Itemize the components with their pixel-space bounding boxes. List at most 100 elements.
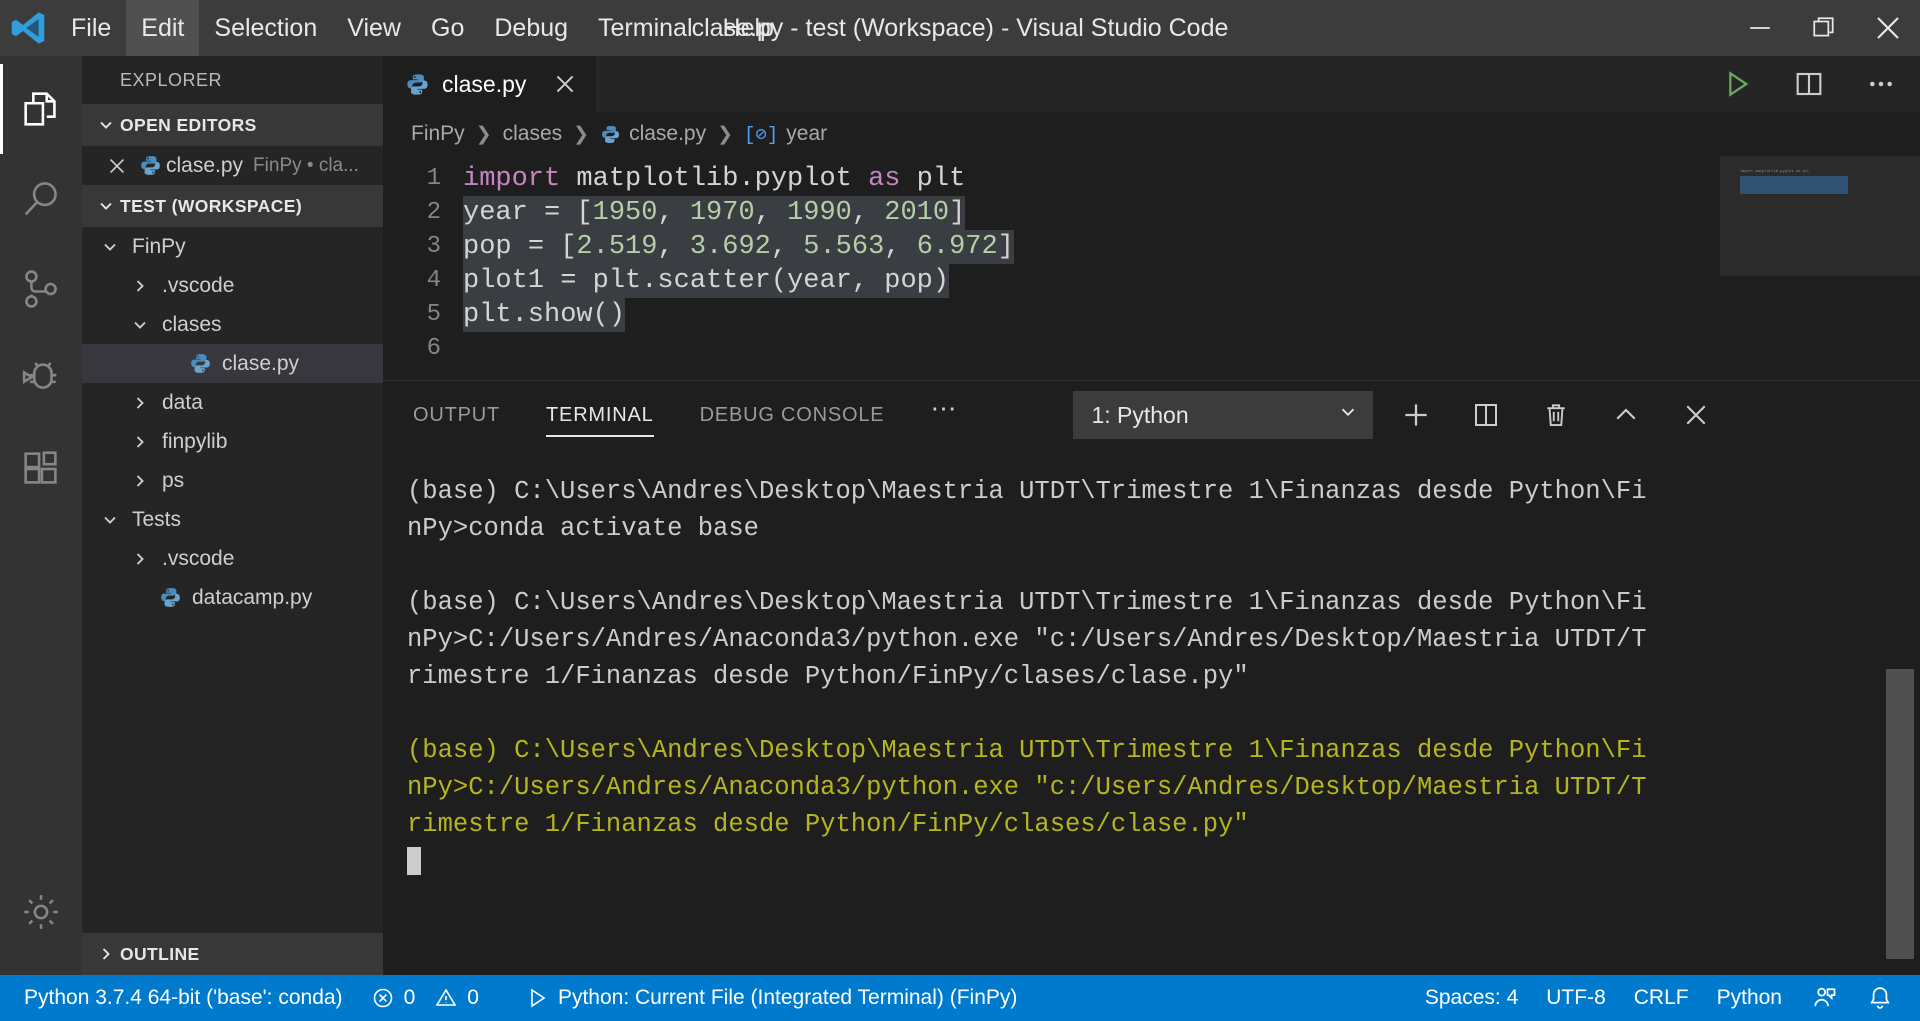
terminal-scrollbar[interactable] [1886,669,1914,959]
terminal-line: rimestre 1/Finanzas desde Python/FinPy/c… [407,810,1249,839]
chevron-right-icon [126,471,154,491]
menu-edit[interactable]: Edit [126,0,200,56]
bell-icon[interactable] [1852,975,1920,1021]
search-icon[interactable] [0,154,82,244]
terminal-cursor-line [407,843,1920,880]
terminal-selector-dropdown[interactable]: 1: Python [1073,391,1374,439]
status-encoding[interactable]: UTF-8 [1532,975,1620,1021]
menu-go[interactable]: Go [416,0,479,56]
minimize-button[interactable] [1728,0,1792,56]
open-editor-item[interactable]: clase.py FinPy • cla... [82,146,383,185]
terminal-line: (base) C:\Users\Andres\Desktop\Maestria … [407,588,1647,617]
code-line-text: plot1 = plt.scatter(year, pop) [463,264,950,298]
source-control-icon[interactable] [0,244,82,334]
section-outline[interactable]: OUTLINE [82,933,383,975]
chevron-right-icon [126,549,154,569]
tree-item-tests[interactable]: Tests [82,500,383,539]
status-problems[interactable]: 0 0 [357,975,493,1021]
status-language-mode[interactable]: Python [1703,975,1796,1021]
menu-file[interactable]: File [56,0,126,56]
tree-item--vscode[interactable]: .vscode [82,539,383,578]
kill-terminal-icon[interactable] [1539,398,1573,432]
section-workspace[interactable]: TEST (WORKSPACE) [82,185,383,227]
sidebar-title: EXPLORER [120,69,223,90]
tab-clase-py[interactable]: clase.py [383,56,598,112]
line-number: 2 [426,199,441,226]
play-icon [525,986,549,1010]
chevron-right-icon [126,276,154,296]
terminal-line: nPy>C:/Users/Andres/Anaconda3/python.exe… [407,773,1647,802]
code-line: 6 [383,332,1920,366]
chevron-down-icon [92,115,120,135]
explorer-icon[interactable] [0,64,82,154]
status-eol[interactable]: CRLF [1620,975,1703,1021]
tree-item-finpylib[interactable]: finpylib [82,422,383,461]
minimap-slider[interactable] [1720,156,1920,276]
tree-item-ps[interactable]: ps [82,461,383,500]
breadcrumb-symbol-label: year [786,122,828,145]
run-python-file-icon[interactable] [1720,67,1754,101]
tree-item-label: FinPy [132,234,186,258]
gear-icon[interactable] [0,867,82,957]
split-terminal-icon[interactable] [1469,398,1503,432]
menu-view[interactable]: View [332,0,416,56]
breadcrumb-finpy[interactable]: FinPy [411,122,465,146]
menu-debug[interactable]: Debug [479,0,583,56]
bottom-panel: OUTPUT TERMINAL DEBUG CONSOLE ⋯ 1: Pytho… [383,380,1920,975]
breadcrumb-symbol-year[interactable]: [⊘] year [744,122,827,146]
tree-item-data[interactable]: data [82,383,383,422]
panel-more-icon[interactable]: ⋯ [930,395,959,427]
maximize-panel-icon[interactable] [1609,398,1643,432]
extensions-icon[interactable] [0,424,82,514]
terminal-output[interactable]: (base) C:\Users\Andres\Desktop\Maestria … [383,449,1920,975]
breadcrumb-clase-py[interactable]: clase.py [600,122,706,146]
code-line: 5 plt.show() [383,298,1920,332]
status-python-interpreter[interactable]: Python 3.7.4 64-bit ('base': conda) [0,975,357,1021]
breadcrumb-clases[interactable]: clases [503,122,563,146]
status-run-configuration[interactable]: Python: Current File (Integrated Termina… [511,975,1031,1021]
tree-item-label: Tests [132,507,182,531]
maximize-restore-button[interactable] [1792,0,1856,56]
tree-item-label: finpylib [162,429,228,453]
python-icon [156,586,184,609]
tree-item-clases[interactable]: clases [82,305,383,344]
file-tree: FinPy .vscode clases clase.py data finpylib ps… [82,227,383,617]
tab-debug-console[interactable]: DEBUG CONSOLE [700,381,885,449]
window-controls [1728,0,1920,56]
tab-terminal[interactable]: TERMINAL [546,381,654,449]
code-line: 3 pop = [2.519, 3.692, 5.563, 6.972] [383,230,1920,264]
tree-item-label: .vscode [162,273,235,297]
tree-item-label: clases [162,312,222,336]
code-line: 1 import matplotlib.pyplot as plt [383,162,1920,196]
close-icon[interactable] [100,155,134,177]
tree-item--vscode[interactable]: .vscode [82,266,383,305]
tree-item-clase-py[interactable]: clase.py [82,344,383,383]
smiley-feedback-icon[interactable] [1796,975,1852,1021]
section-open-editors[interactable]: OPEN EDITORS [82,104,383,146]
close-icon[interactable] [552,71,578,97]
split-editor-icon[interactable] [1792,67,1826,101]
more-actions-icon[interactable] [1864,67,1898,101]
new-terminal-icon[interactable] [1399,398,1433,432]
tab-output[interactable]: OUTPUT [413,381,500,449]
close-window-button[interactable] [1856,0,1920,56]
open-editor-name: clase.py [166,153,244,177]
debug-icon[interactable] [0,334,82,424]
line-number: 5 [426,301,441,328]
code-editor[interactable]: 1 import matplotlib.pyplot as plt 2 year = … [383,156,1920,380]
error-icon [371,986,395,1010]
menu-help[interactable]: Help [708,0,789,56]
tree-item-datacamp-py[interactable]: datacamp.py [82,578,383,617]
menu-selection[interactable]: Selection [199,0,332,56]
tree-item-label: datacamp.py [192,585,313,609]
status-indentation[interactable]: Spaces: 4 [1411,975,1532,1021]
status-bar: Python 3.7.4 64-bit ('base': conda) 0 0 [0,975,1920,1021]
menu-terminal[interactable]: Terminal [583,0,707,56]
breadcrumb-file-label: clase.py [629,122,707,145]
warning-count: 0 [467,986,479,1009]
minimap[interactable]: import matplotlib.pyplot as plt [1720,156,1920,380]
close-panel-icon[interactable] [1679,398,1713,432]
tree-item-finpy[interactable]: FinPy [82,227,383,266]
workbench-body: EXPLORER OPEN EDITORS clase.py FinPy • c… [0,56,1920,975]
